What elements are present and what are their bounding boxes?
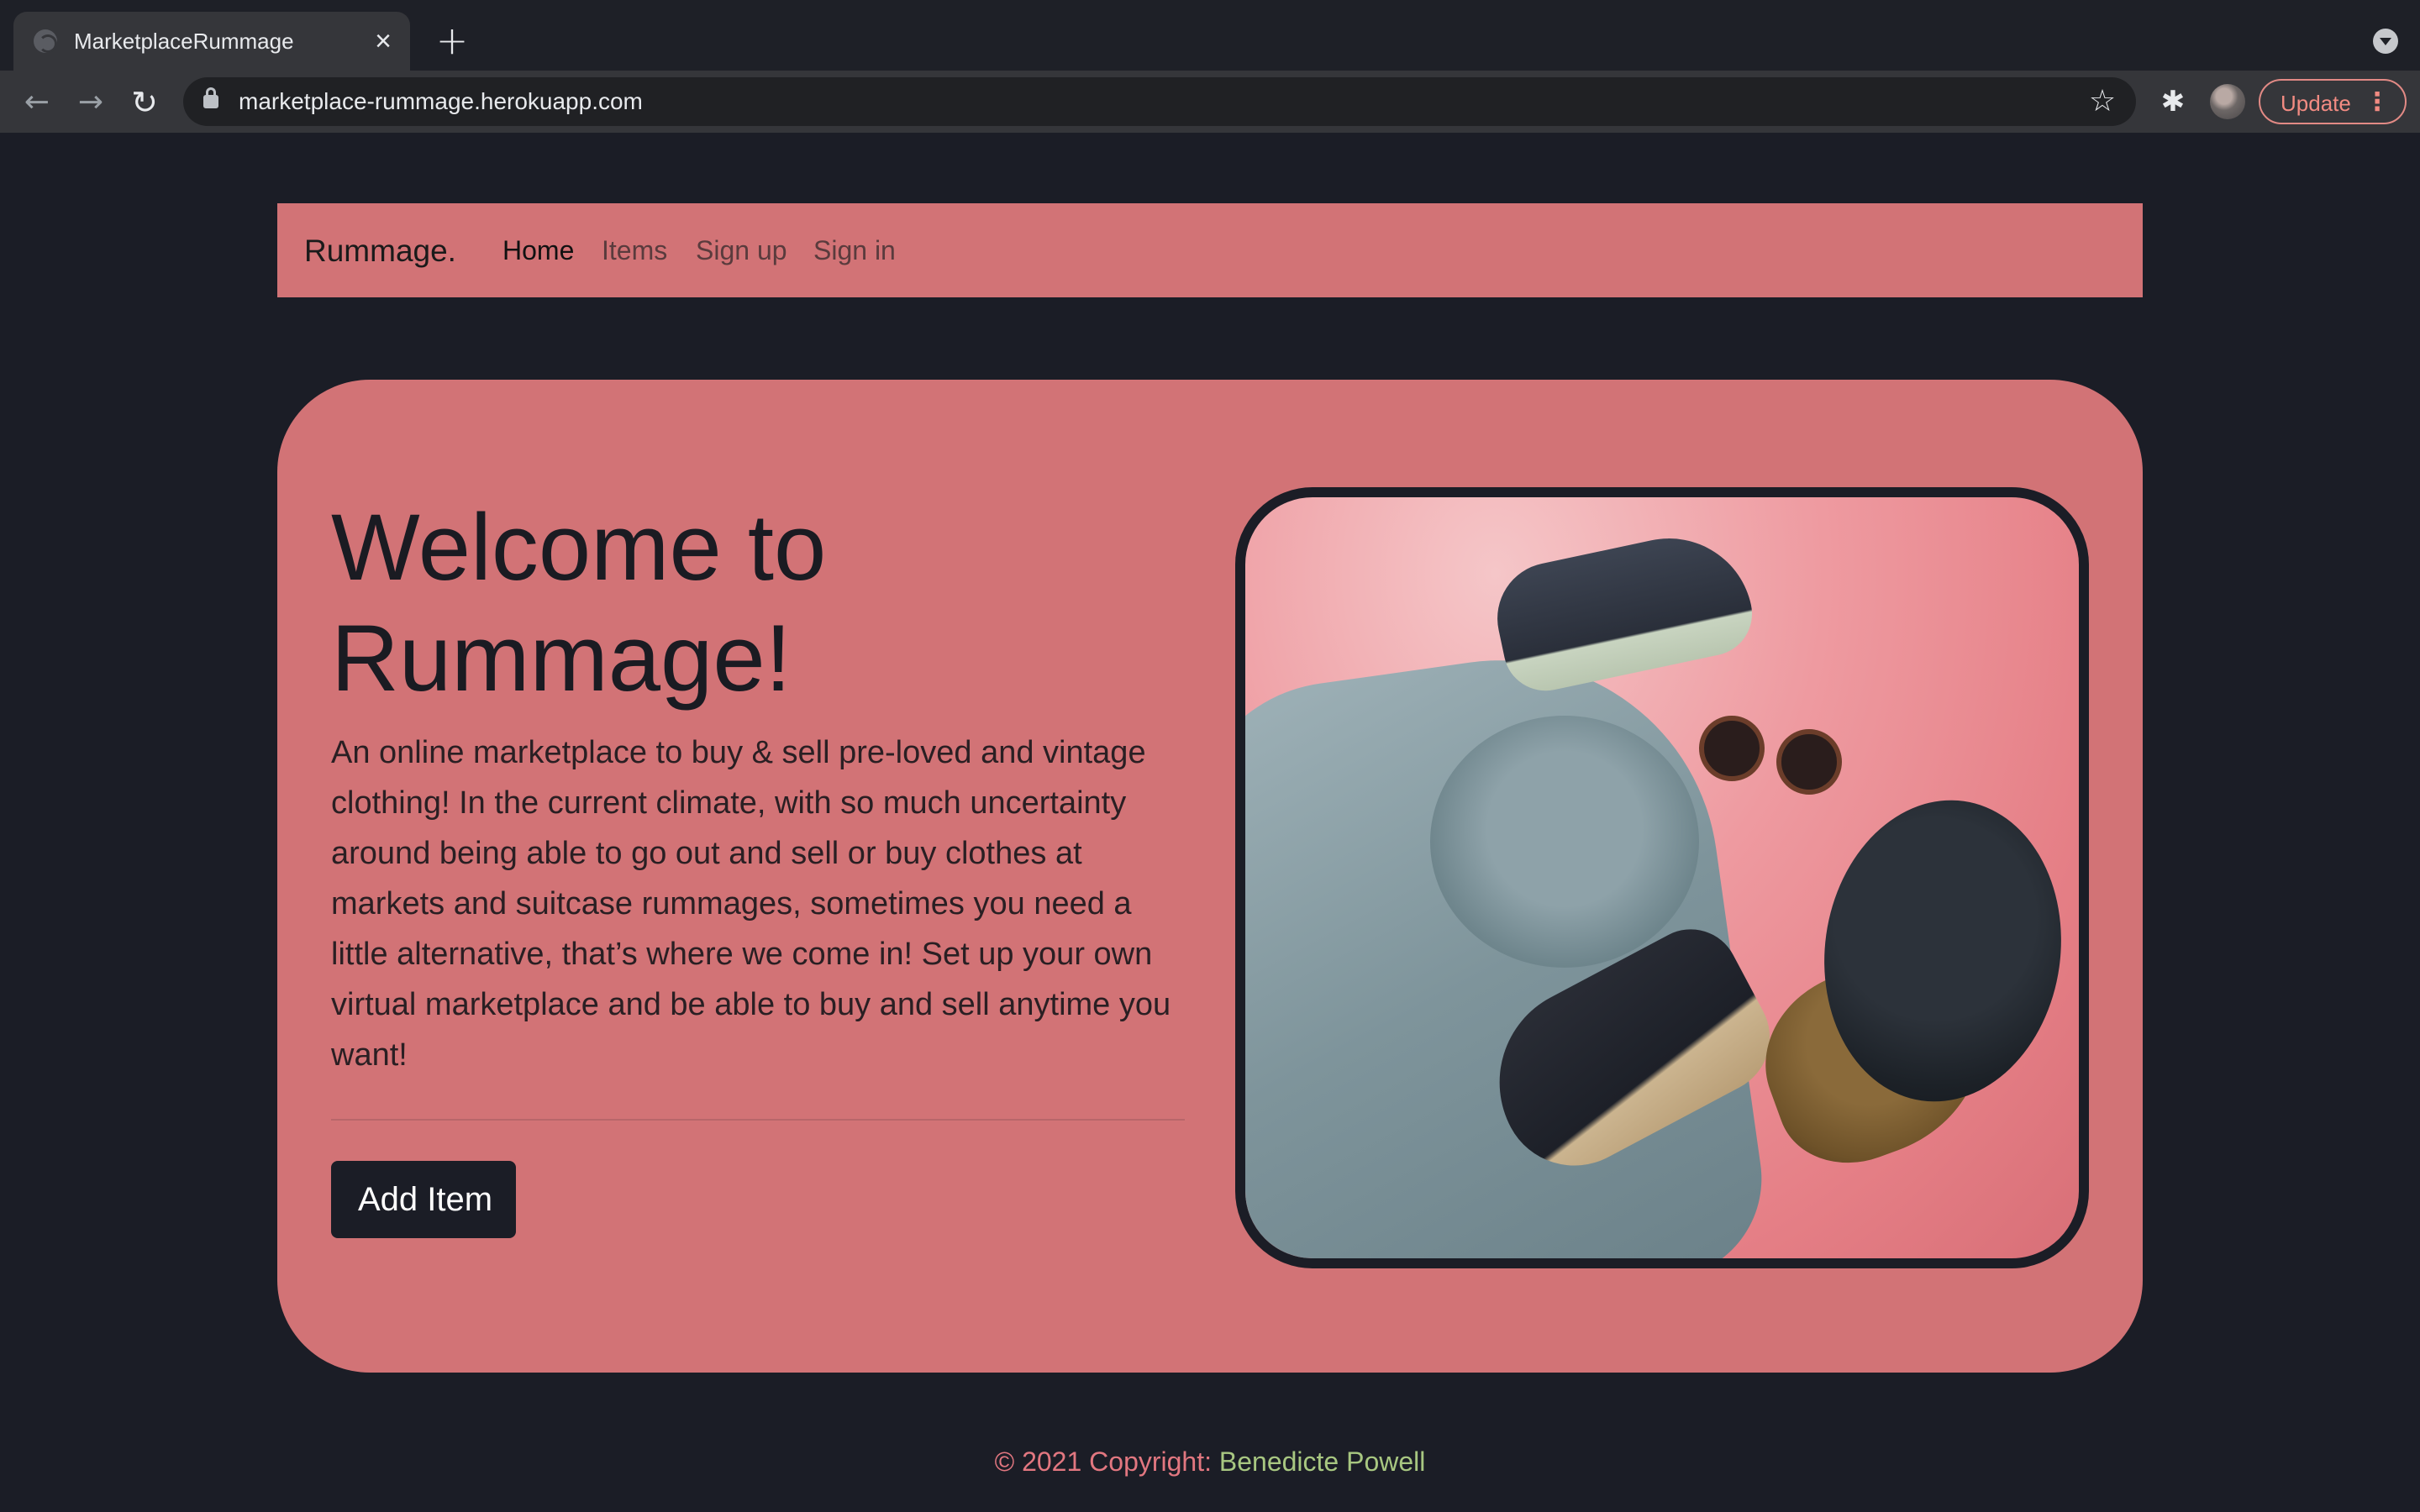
update-button[interactable]: Update ⋮ <box>2259 79 2407 124</box>
tab-title: MarketplaceRummage <box>74 29 294 54</box>
browser-tab[interactable]: MarketplaceRummage × <box>13 12 410 71</box>
nav-link-sign-up[interactable]: Sign up <box>696 235 787 266</box>
lock-icon[interactable] <box>203 87 218 108</box>
brand-logo[interactable]: Rummage. <box>304 234 456 269</box>
globe-icon <box>34 29 57 53</box>
author-link[interactable]: Benedicte Powell <box>1219 1446 1425 1477</box>
tab-search-icon[interactable] <box>2373 29 2398 54</box>
update-label: Update <box>2281 91 2351 116</box>
hood-shape <box>1430 716 1699 968</box>
nav-link-items[interactable]: Items <box>602 235 667 266</box>
browser-tab-strip: MarketplaceRummage × + <box>0 0 2420 71</box>
puzzle-icon[interactable]: ✱ <box>2156 85 2190 118</box>
hero-description: An online marketplace to buy & sell pre-… <box>331 735 1171 1073</box>
url-text[interactable]: marketplace-rummage.herokuapp.com <box>239 88 643 115</box>
footer-copyright: © 2021 Copyright: Benedicte Powell <box>0 1446 2420 1478</box>
kebab-menu-icon[interactable]: ⋮ <box>2365 86 2390 119</box>
add-item-label: Add Item <box>358 1181 493 1218</box>
divider <box>331 1119 1185 1121</box>
browser-toolbar: ← → ↻ marketplace-rummage.herokuapp.com … <box>0 71 2420 133</box>
star-icon[interactable]: ☆ <box>2086 85 2119 118</box>
copyright-text: © 2021 Copyright: <box>994 1446 1219 1477</box>
new-tab-button[interactable]: + <box>434 21 471 60</box>
hero-section: Welcome to Rummage! An online marketplac… <box>277 380 2143 1373</box>
sunglasses-shape <box>1699 707 1842 795</box>
close-tab-icon[interactable]: × <box>368 26 398 56</box>
profile-avatar[interactable] <box>2210 84 2245 119</box>
site-navbar: Rummage. Home Items Sign up Sign in <box>277 203 2143 297</box>
arrow-left-icon[interactable]: ← <box>18 84 55 121</box>
nav-link-home[interactable]: Home <box>502 235 574 266</box>
reload-icon[interactable]: ↻ <box>126 84 163 121</box>
arrow-right-icon[interactable]: → <box>72 84 109 121</box>
address-bar[interactable]: marketplace-rummage.herokuapp.com ☆ <box>183 77 2136 126</box>
hero-title: Welcome to Rummage! <box>331 495 827 711</box>
hero-image <box>1235 487 2089 1268</box>
add-item-button[interactable]: Add Item <box>331 1161 516 1238</box>
sneaker-shape-top <box>1486 522 1760 699</box>
nav-link-sign-in[interactable]: Sign in <box>813 235 896 266</box>
